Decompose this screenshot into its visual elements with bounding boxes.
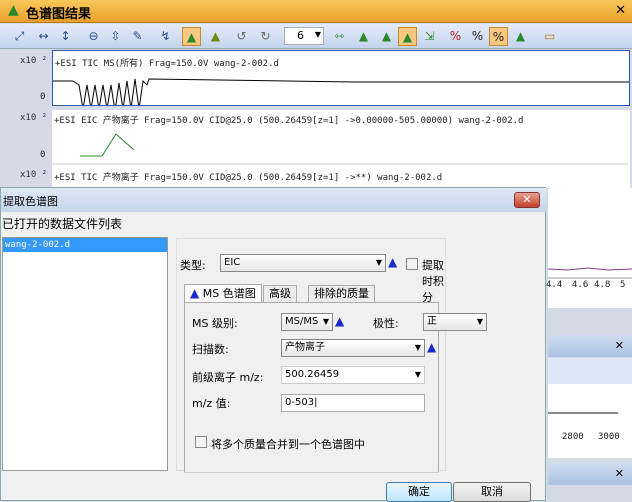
merge-checkbox[interactable] [195, 436, 207, 448]
chart-label: +ESI EIC 产物离子 Frag=150.0V CID@25.0 (500.… [54, 116, 524, 126]
x-tick: 5 [620, 280, 626, 290]
vertical-zoom-icon[interactable]: ↕ [56, 27, 75, 46]
scan-select[interactable]: 产物离子 ▼ [281, 339, 425, 357]
close-icon[interactable]: ✕ [615, 339, 624, 352]
horizontal-zoom-icon[interactable]: ↔ [34, 27, 53, 46]
rotate-right-icon[interactable]: ↻ [256, 27, 275, 46]
export-icon[interactable]: ⇲ [420, 27, 439, 46]
precursor-label: 前级离子 m/z: [192, 371, 264, 384]
panel-header: ✕ [548, 463, 632, 485]
manual-integrate-icon[interactable]: ▲ [398, 27, 417, 46]
file-list-label: 已打开的数据文件列表 [2, 217, 123, 231]
print-icon[interactable]: ▭ [540, 27, 559, 46]
chart-panel-right: 4.4 4.6 4.8 5 [546, 188, 632, 308]
x-tick: 4.4 [546, 280, 563, 290]
peak-icon[interactable]: ▲ [377, 27, 396, 46]
merge-label: 将多个质量合并到一个色谱图中 [211, 438, 365, 451]
integrate-icon[interactable]: ▲ [182, 27, 201, 46]
chevron-down-icon: ▼ [476, 317, 483, 326]
chart-panel-eic[interactable]: +ESI EIC 产物离子 Frag=150.0V CID@25.0 (500.… [52, 110, 630, 166]
cancel-button[interactable]: 取消 [453, 482, 531, 502]
percent-toggle-icon[interactable]: % [489, 27, 508, 46]
percent-peak-icon[interactable]: ▲ [511, 27, 530, 46]
integrate-checkbox[interactable] [406, 258, 418, 270]
peak-label-icon[interactable]: ▲ [354, 27, 373, 46]
chart-label: +ESI TIC MS(所有) Frag=150.0V wang-2-002.d [55, 59, 279, 69]
scale-label: x10 ² [20, 170, 48, 180]
x-tick: 2800 [562, 432, 584, 442]
range-icon[interactable]: ⇿ [330, 27, 349, 46]
scan-label: 扫描数: [192, 343, 229, 356]
chevron-down-icon: ▼ [375, 258, 382, 267]
x-tick: 3000 [598, 432, 620, 442]
tab-ms-chromatogram[interactable]: ▲ MS 色谱图 [184, 284, 262, 302]
window-titlebar: ▲ 色谱图结果 ✕ [0, 0, 632, 23]
extract-chromatogram-dialog: 提取色谱图 ✕ 已打开的数据文件列表 wang-2-002.d 类型: EIC ▼… [0, 187, 546, 502]
chevron-down-icon: ▼ [322, 317, 329, 326]
close-icon[interactable]: ✕ [615, 3, 626, 18]
chart-label: +ESI TIC 产物离子 Frag=150.0V CID@25.0 (500.… [54, 173, 443, 183]
file-list[interactable]: wang-2-002.d [2, 237, 168, 471]
y-tick: 0 [40, 150, 46, 160]
y-tick: 0 [40, 92, 46, 102]
integrate-label: 提取时积分 [422, 259, 444, 304]
fit-icon[interactable]: ⤢ [10, 27, 29, 46]
chevron-down-icon: ▼ [414, 343, 421, 352]
dialog-close-button[interactable]: ✕ [514, 192, 540, 208]
type-select[interactable]: EIC ▼ [220, 254, 386, 272]
file-list-item[interactable]: wang-2-002.d [3, 238, 167, 252]
undo-peak-icon[interactable]: ↯ [156, 27, 175, 46]
ms-level-label: MS 级别: [192, 317, 238, 330]
warning-triangle-icon: ▲ [190, 286, 200, 300]
tab-advanced[interactable]: 高级 [263, 285, 297, 302]
tic-trace [53, 78, 629, 105]
tab-excluded-masses[interactable]: 排除的质量 [308, 285, 375, 302]
warning-triangle-icon: ▲ [427, 340, 437, 354]
mz-label: m/z 值: [192, 397, 231, 410]
chart-panel-tic[interactable]: +ESI TIC MS(所有) Frag=150.0V wang-2-002.d [52, 50, 630, 106]
chevron-down-icon: ▼ [414, 370, 421, 379]
type-label: 类型: [180, 259, 206, 272]
zoom-out-icon[interactable]: ⊖ [84, 27, 103, 46]
tab-content: MS 级别: MS/MS ▼ ▲ 极性: 正 ▼ 扫描数: 产物离子 ▼ ▲ 前级离子… [184, 302, 487, 472]
chart-panel-tic-product[interactable]: +ESI TIC 产物离子 Frag=150.0V CID@25.0 (500.… [52, 166, 630, 188]
mz-input[interactable]: 0-503| [281, 394, 425, 412]
close-icon[interactable]: ✕ [615, 467, 624, 480]
no-percent-icon[interactable]: % [446, 27, 465, 46]
polarity-value: 正 [427, 316, 437, 327]
scale-label: x10 ² [20, 56, 48, 66]
pick-icon[interactable]: ✎ [128, 27, 147, 46]
ms-level-select[interactable]: MS/MS ▼ [281, 313, 333, 331]
eic-trace [52, 133, 628, 165]
x-tick: 4.6 [572, 280, 589, 290]
chevron-down-icon: ▼ [314, 30, 321, 39]
percent-icon[interactable]: % [468, 27, 487, 46]
toolbar: ⤢ ↔ ↕ ⊖ ⇳ ✎ ↯ ▲ ▲ ↺ ↻ 6 ▼ ⇿ ▲ ▲ ▲ ⇲ % % … [0, 24, 632, 49]
chromatogram-icon: ▲ [8, 2, 19, 18]
scale-label: x10 ² [20, 113, 48, 123]
spectrum-panel: 2800 3000 [548, 358, 632, 458]
panel-header: ✕ [548, 335, 632, 357]
rotate-left-icon[interactable]: ↺ [232, 27, 251, 46]
dialog-titlebar: 提取色谱图 ✕ [1, 188, 546, 212]
polarity-select[interactable]: 正 ▼ [423, 313, 487, 331]
peaks-icon[interactable]: ▲ [206, 27, 225, 46]
window-title: 色谱图结果 [26, 7, 92, 22]
dialog-title: 提取色谱图 [3, 195, 58, 208]
autoscale-y-icon[interactable]: ⇳ [106, 27, 125, 46]
zoom-level-select[interactable]: 6 ▼ [284, 27, 324, 45]
polarity-label: 极性: [373, 317, 399, 330]
ok-button[interactable]: 确定 [386, 482, 452, 502]
warning-triangle-icon: ▲ [335, 314, 345, 328]
warning-triangle-icon: ▲ [388, 255, 398, 269]
precursor-select[interactable]: 500.26459 ▼ [281, 366, 425, 384]
x-tick: 4.8 [594, 280, 611, 290]
